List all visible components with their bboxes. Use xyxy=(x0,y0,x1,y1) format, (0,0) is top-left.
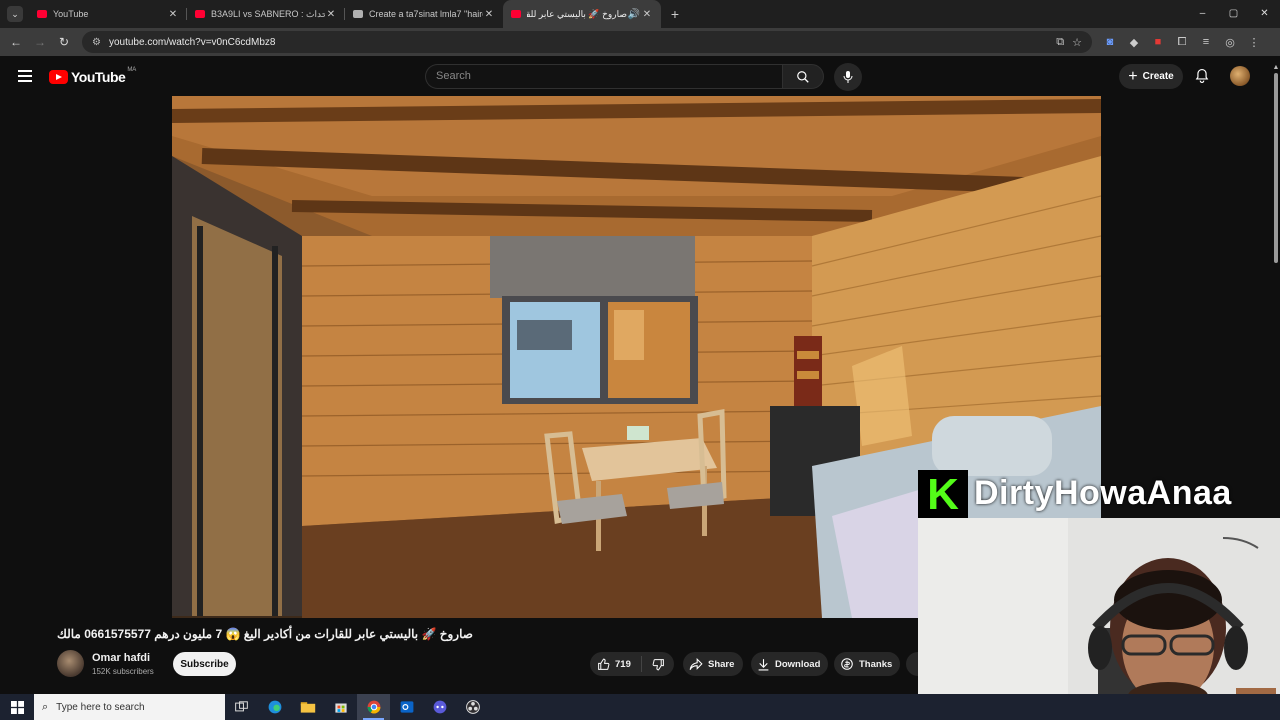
new-tab-button[interactable]: + xyxy=(665,6,685,22)
plus-icon: + xyxy=(1128,67,1138,85)
youtube-header: YouTube MA Search + Create xyxy=(0,56,1280,96)
windows-start-button[interactable] xyxy=(0,700,34,714)
bookmark-star-icon[interactable]: ☆ xyxy=(1072,36,1082,49)
extensions-area: ◙ ◆ ■ ⧠ ≡ ◎ ⋮ xyxy=(1098,36,1266,49)
back-arrow-icon[interactable]: ← xyxy=(4,35,28,49)
page-scrollbar[interactable]: ▲ xyxy=(1272,64,1280,264)
restore-button[interactable]: ▢ xyxy=(1218,0,1249,28)
video-title: صاروخ 🚀 باليستي عابر للقارات من أكادير ا… xyxy=(57,627,473,641)
tab-title: B3A9LI vs SABNERO : ع للأحداث xyxy=(211,8,325,19)
youtube-icon xyxy=(195,10,205,18)
like-count: 719 xyxy=(615,658,631,670)
tab-search-button[interactable]: ⌄ xyxy=(7,6,23,22)
outlook-icon[interactable] xyxy=(390,694,423,720)
stream-overlay: K DirtyHowaAnaa xyxy=(918,462,1280,720)
extension-diamond-icon[interactable]: ◆ xyxy=(1122,36,1146,49)
obs-studio-icon[interactable] xyxy=(456,694,489,720)
microsoft-store-icon[interactable] xyxy=(324,694,357,720)
windows-taskbar: ⌕ Type here to search xyxy=(0,694,1280,720)
channel-avatar[interactable] xyxy=(57,650,84,677)
subscriber-count: 152K subscribers xyxy=(92,667,154,676)
thumbs-down-icon xyxy=(652,658,664,670)
chrome-icon[interactable] xyxy=(357,694,390,720)
tab-title: صاروخ 🚀 باليستي عابر للقار xyxy=(527,8,627,19)
extensions-puzzle-icon[interactable]: ⧠ xyxy=(1170,36,1194,49)
close-tab-icon[interactable]: ✕ xyxy=(483,9,495,20)
search-button[interactable] xyxy=(782,64,824,89)
file-explorer-icon[interactable] xyxy=(291,694,324,720)
profile-icon[interactable]: ◎ xyxy=(1218,36,1242,49)
search-icon: ⌕ xyxy=(42,700,49,713)
youtube-icon xyxy=(511,10,521,18)
like-button[interactable]: 719 xyxy=(590,656,642,672)
browser-tab-strip: ⌄ YouTube ✕ B3A9LI vs SABNERO : ع للأحدا… xyxy=(0,0,1280,28)
install-app-icon[interactable]: ⧉ xyxy=(1056,36,1064,49)
windows-logo-icon xyxy=(10,700,24,714)
youtube-logo[interactable]: YouTube MA xyxy=(49,67,136,85)
browser-menu-icon[interactable]: ⋮ xyxy=(1242,36,1266,49)
share-button[interactable]: Share xyxy=(683,652,743,676)
translate-extension-icon[interactable]: ◙ xyxy=(1098,36,1122,48)
hamburger-menu-icon[interactable] xyxy=(18,70,32,82)
task-view-icon[interactable] xyxy=(225,694,258,720)
close-window-button[interactable]: ✕ xyxy=(1249,0,1280,28)
channel-name[interactable]: Omar hafdi xyxy=(92,652,150,664)
download-icon xyxy=(758,658,769,670)
close-tab-icon[interactable]: ✕ xyxy=(641,9,653,20)
address-bar[interactable]: ⚙ youtube.com/watch?v=v0nC6cdMbz8 ⧉ ☆ xyxy=(82,31,1092,53)
microphone-icon xyxy=(843,71,853,83)
subscribe-button[interactable]: Subscribe xyxy=(173,652,236,676)
chat-app-icon[interactable] xyxy=(423,694,456,720)
dislike-button[interactable] xyxy=(642,658,674,671)
tab-youtube-home[interactable]: YouTube ✕ xyxy=(29,0,187,28)
like-dislike-group: 719 xyxy=(590,652,674,676)
streamer-name: DirtyHowaAnaa xyxy=(974,474,1232,512)
edge-browser-icon[interactable] xyxy=(258,694,291,720)
tab-current-video[interactable]: صاروخ 🚀 باليستي عابر للقار 🔊 ✕ xyxy=(503,0,661,28)
account-avatar[interactable] xyxy=(1230,66,1250,86)
kick-logo: K xyxy=(918,470,968,520)
create-button[interactable]: + Create xyxy=(1119,64,1183,89)
notifications-bell-icon[interactable] xyxy=(1193,67,1211,85)
scrollbar-thumb[interactable] xyxy=(1274,73,1278,263)
browser-toolbar: ← → ↻ ⚙ youtube.com/watch?v=v0nC6cdMbz8 … xyxy=(0,28,1280,56)
super-thanks-icon xyxy=(841,658,853,670)
tab-create-doc[interactable]: Create a ta7sinat lmla7 "haircut ✕ xyxy=(345,0,503,28)
document-icon xyxy=(353,10,363,18)
share-arrow-icon xyxy=(689,657,703,670)
tab-b3a9li[interactable]: B3A9LI vs SABNERO : ع للأحداث ✕ xyxy=(187,0,345,28)
extension-red-icon[interactable]: ■ xyxy=(1146,36,1170,48)
youtube-icon xyxy=(37,10,47,18)
media-controls-icon[interactable]: ≡ xyxy=(1194,36,1218,48)
close-tab-icon[interactable]: ✕ xyxy=(325,9,337,20)
scroll-up-arrow-icon[interactable]: ▲ xyxy=(1272,64,1280,71)
close-tab-icon[interactable]: ✕ xyxy=(167,9,179,20)
thanks-button[interactable]: Thanks xyxy=(834,652,900,676)
site-info-icon[interactable]: ⚙ xyxy=(92,37,101,48)
more-actions-button[interactable] xyxy=(906,652,918,676)
voice-search-button[interactable] xyxy=(834,63,862,91)
taskbar-search-box[interactable]: ⌕ Type here to search xyxy=(34,694,225,720)
minimize-button[interactable]: – xyxy=(1187,0,1218,28)
reload-icon[interactable]: ↻ xyxy=(52,35,76,49)
search-icon xyxy=(797,70,809,83)
thumbs-up-icon xyxy=(598,658,610,670)
window-controls: – ▢ ✕ xyxy=(1187,0,1280,28)
tab-title: Create a ta7sinat lmla7 "haircut xyxy=(369,9,483,19)
tab-title: YouTube xyxy=(53,9,89,19)
search-input[interactable]: Search xyxy=(425,64,783,89)
download-button[interactable]: Download xyxy=(751,652,828,676)
webcam-feed xyxy=(918,518,1280,720)
forward-arrow-icon[interactable]: → xyxy=(28,35,52,49)
speaker-icon[interactable]: 🔊 xyxy=(627,9,641,20)
url-text: youtube.com/watch?v=v0nC6cdMbz8 xyxy=(108,36,276,48)
youtube-play-icon xyxy=(49,70,68,84)
